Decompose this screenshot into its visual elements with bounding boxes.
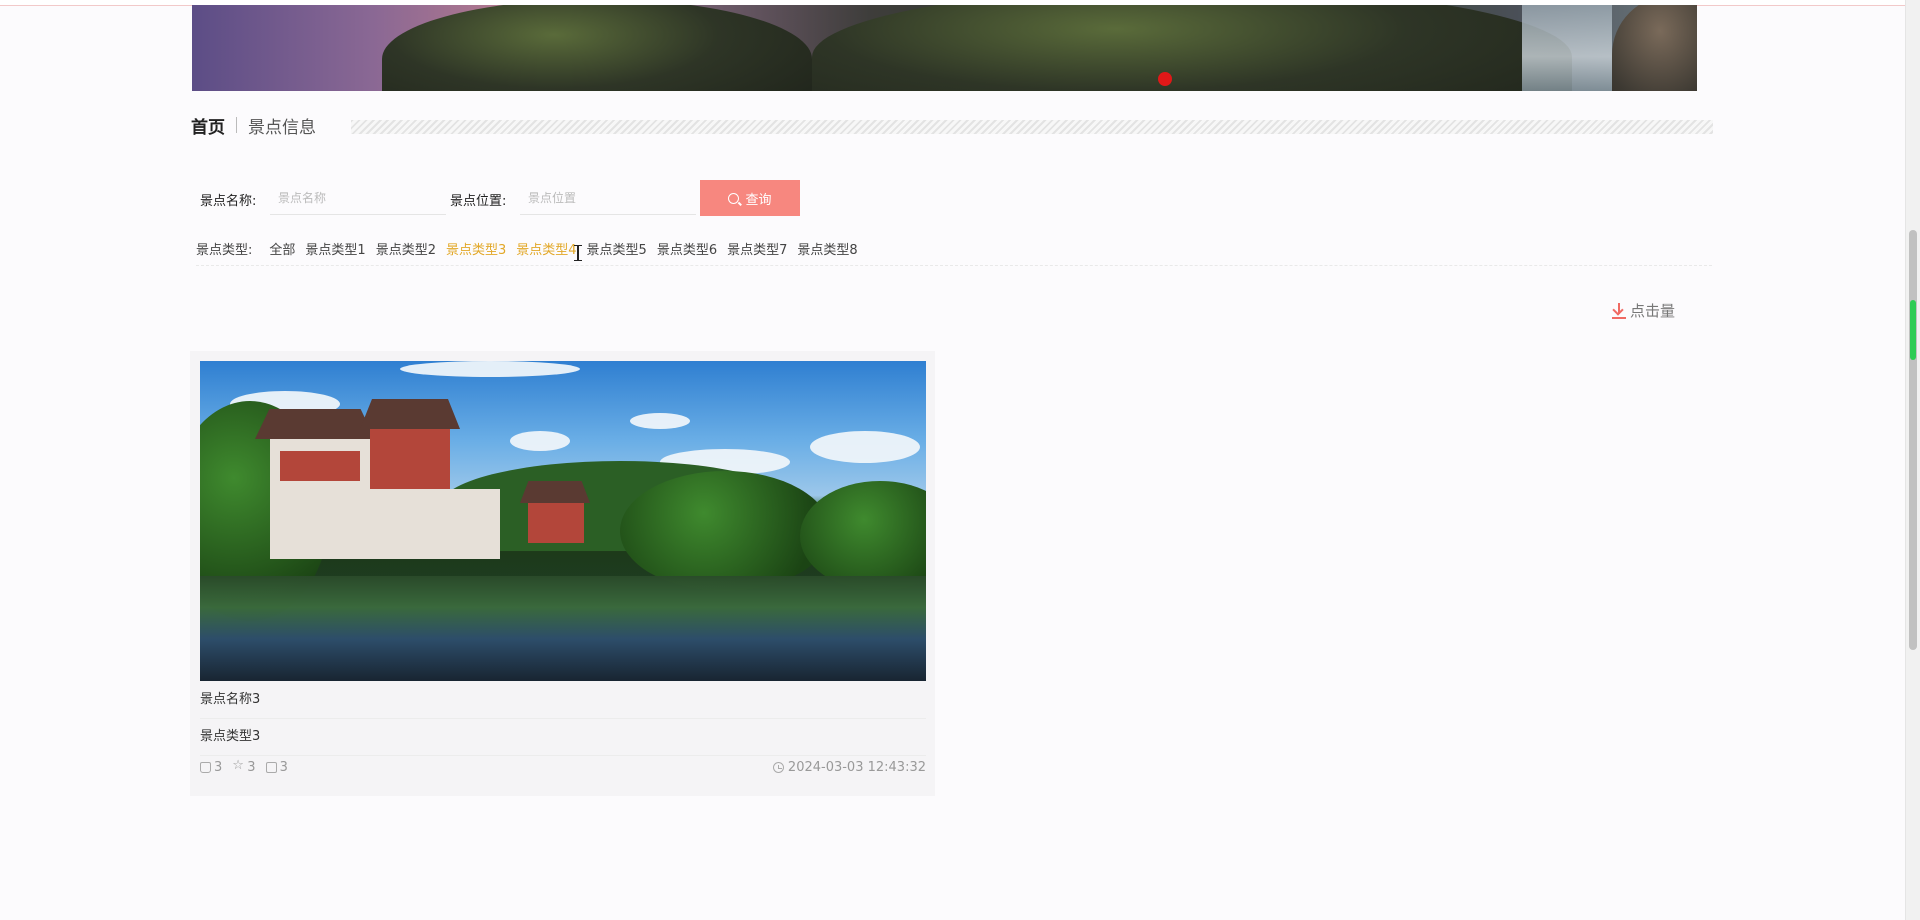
likes-count: 3 [200, 760, 222, 775]
attraction-card[interactable]: 景点名称3 景点类型3 3 3 3 2024-03-03 12:43:32 [190, 351, 935, 796]
breadcrumb-separator [236, 117, 237, 133]
water-reflection [200, 576, 926, 681]
type-filter-item[interactable]: 景点类型2 [376, 239, 436, 265]
name-label: 景点名称: [200, 194, 257, 209]
attraction-image [200, 361, 926, 681]
type-filter-label: 景点类型: [196, 243, 253, 258]
type-filter-item[interactable]: 景点类型7 [727, 239, 787, 265]
decorative-stripe [351, 120, 1713, 134]
attraction-type: 景点类型3 [200, 718, 926, 756]
type-filter-item-active[interactable]: 景点类型4 [516, 239, 576, 265]
type-filter-item[interactable]: 景点类型8 [797, 239, 857, 265]
location-search-input[interactable] [520, 182, 696, 215]
type-filter-item[interactable]: 全部 [269, 239, 295, 265]
clock-icon [772, 761, 784, 773]
scrollbar-marker [1910, 300, 1916, 360]
sort-label: 点击量 [1630, 302, 1676, 320]
favorites-count: 3 [232, 758, 256, 775]
banner-rock [1612, 5, 1697, 91]
type-filter-item[interactable]: 景点类型1 [305, 239, 365, 265]
scrollbar-thumb[interactable] [1909, 230, 1917, 650]
likes-value: 3 [214, 759, 223, 775]
name-search-input[interactable] [270, 182, 446, 215]
page-scrollbar[interactable] [1905, 0, 1920, 920]
banner-rock [382, 5, 812, 91]
breadcrumb: 首页 景点信息 [191, 113, 316, 138]
comments-count: 3 [265, 759, 288, 775]
type-filter: 景点类型: 全部 景点类型1 景点类型2 景点类型3 景点类型4 景点类型5 景… [196, 239, 1712, 266]
banner-rock [812, 5, 1572, 91]
favorites-value: 3 [247, 759, 256, 775]
publish-time: 2024-03-03 12:43:32 [772, 759, 926, 775]
carousel-indicator-dot[interactable] [1158, 72, 1172, 86]
download-icon [1612, 302, 1626, 319]
type-filter-item[interactable]: 景点类型6 [657, 239, 717, 265]
type-filter-item[interactable]: 景点类型5 [587, 239, 647, 265]
query-button[interactable]: 查询 [700, 180, 800, 216]
banner-carousel[interactable] [192, 5, 1697, 91]
breadcrumb-current: 景点信息 [248, 117, 316, 138]
comment-icon [265, 761, 277, 773]
star-icon [232, 758, 244, 773]
attraction-name: 景点名称3 [200, 681, 926, 719]
breadcrumb-home[interactable]: 首页 [191, 113, 225, 138]
publish-time-value: 2024-03-03 12:43:32 [787, 759, 926, 775]
banner-waterfall [1522, 5, 1612, 91]
type-filter-item-active[interactable]: 景点类型3 [446, 239, 506, 265]
card-meta: 3 3 3 2024-03-03 12:43:32 [200, 755, 926, 779]
text-cursor-icon [574, 245, 582, 261]
comments-value: 3 [279, 759, 288, 775]
search-icon [728, 192, 740, 204]
thumbs-up-icon [200, 761, 211, 773]
location-label: 景点位置: [450, 194, 507, 209]
sort-by-clicks-button[interactable]: 点击量 [1612, 300, 1675, 321]
query-button-label: 查询 [745, 191, 772, 207]
